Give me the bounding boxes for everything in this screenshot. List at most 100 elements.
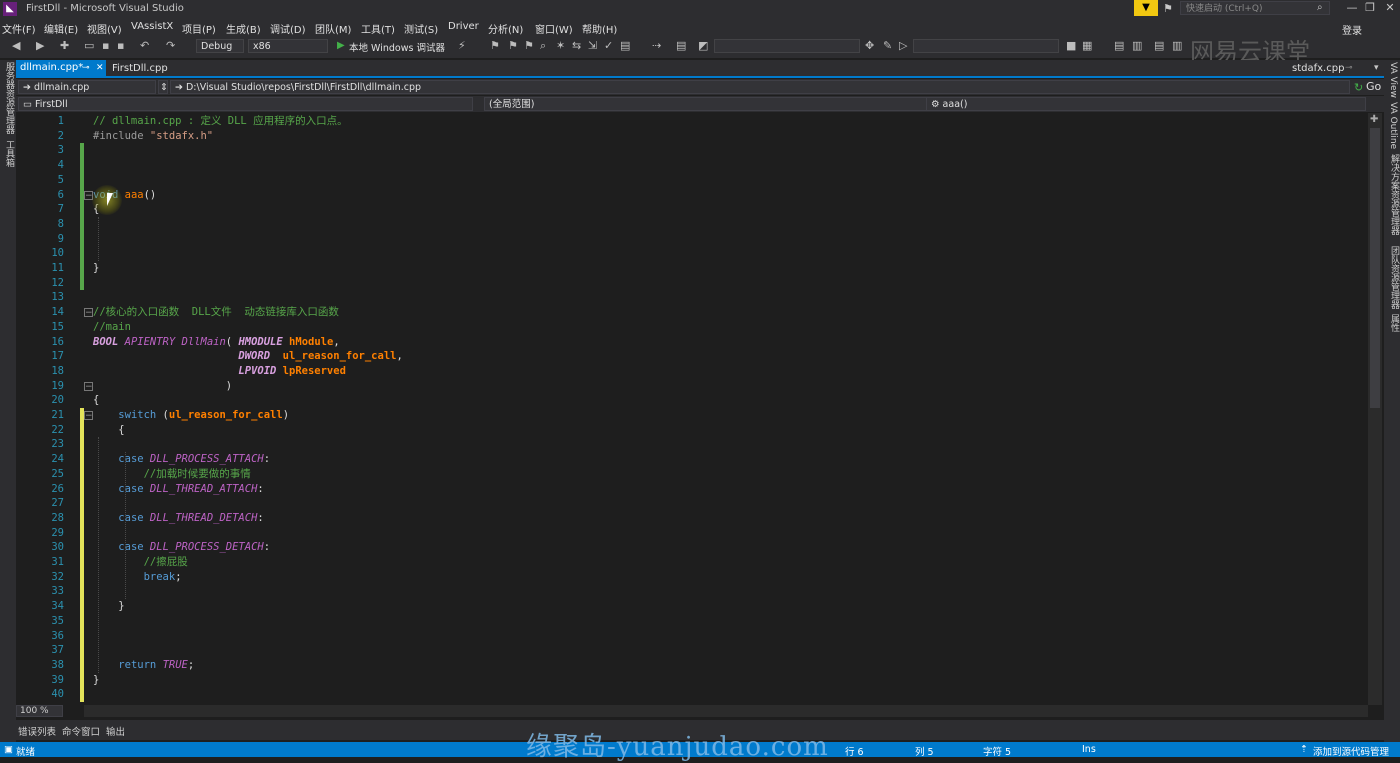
code-line[interactable]: //核心的入口函数 DLL文件 动态链接库入口函数: [93, 305, 339, 320]
code-line[interactable]: // dllmain.cpp : 定义 DLL 应用程序的入口点。: [93, 114, 348, 129]
menu-vassistx[interactable]: VAssistX: [131, 21, 173, 32]
menu-analyze[interactable]: 分析(N): [488, 21, 523, 36]
undo-icon[interactable]: ↶: [140, 39, 149, 52]
va-outline-tab[interactable]: VA Outline: [1388, 102, 1398, 149]
path-select[interactable]: ➔ D:\Visual Studio\repos\FirstDll\FirstD…: [170, 80, 1350, 94]
code-line[interactable]: return TRUE;: [93, 658, 194, 673]
menu-tools[interactable]: 工具(T): [361, 21, 395, 36]
redo-icon[interactable]: ↷: [166, 39, 175, 52]
toolbox-tab[interactable]: 工具箱: [3, 140, 16, 167]
member-select[interactable]: ⚙ aaa(): [926, 97, 1366, 111]
open-file-icon[interactable]: ▭: [84, 39, 94, 52]
menu-file[interactable]: 文件(F): [2, 21, 36, 36]
collapse-icon[interactable]: −: [84, 381, 93, 391]
comment-icon[interactable]: ▤: [676, 39, 686, 52]
save-all-icon[interactable]: ▪: [117, 39, 124, 52]
close-icon[interactable]: ✕: [1382, 1, 1398, 14]
solution-combo[interactable]: [913, 39, 1059, 53]
tab-stdafx-cpp[interactable]: stdafx.cpp: [1292, 63, 1344, 74]
navigate-back-icon[interactable]: ◀: [12, 39, 20, 52]
horizontal-scrollbar[interactable]: [84, 705, 1368, 717]
project-select[interactable]: ▭ FirstDll: [18, 97, 473, 111]
code-line[interactable]: ): [93, 379, 232, 394]
sign-in-link[interactable]: 登录: [1342, 22, 1362, 37]
bookmark-prev-icon[interactable]: ⚑: [508, 39, 518, 52]
source-control-arrow-icon[interactable]: ⇡: [1300, 744, 1308, 755]
menu-view[interactable]: 视图(V): [87, 21, 122, 36]
va-icon[interactable]: ✶: [556, 39, 565, 52]
tab-output[interactable]: 输出: [106, 724, 125, 738]
va-spell-icon[interactable]: ✓: [604, 39, 613, 52]
menu-test[interactable]: 测试(S): [404, 21, 438, 36]
notifications-flag-icon[interactable]: ▼: [1134, 0, 1158, 16]
pointer-icon[interactable]: ✥: [865, 39, 874, 52]
code-line[interactable]: case DLL_PROCESS_DETACH:: [93, 540, 270, 555]
stop-icon[interactable]: ■: [1066, 39, 1076, 52]
code-line[interactable]: {: [93, 423, 124, 438]
start-debugging-button[interactable]: 本地 Windows 调试器: [349, 40, 445, 54]
menu-edit[interactable]: 编辑(E): [44, 21, 78, 36]
code-line[interactable]: }: [93, 673, 99, 688]
collapse-icon[interactable]: −: [84, 411, 93, 421]
code-line[interactable]: DWORD ul_reason_for_call,: [93, 349, 402, 364]
code-line[interactable]: }: [93, 261, 99, 276]
navigate-forward-icon[interactable]: ▶: [36, 39, 44, 52]
collapse-icon[interactable]: −: [84, 308, 93, 318]
code-line[interactable]: switch (ul_reason_for_call): [93, 408, 289, 423]
tab-command-window[interactable]: 命令窗口: [62, 724, 100, 738]
add-to-source-control[interactable]: 添加到源代码管理: [1313, 744, 1389, 758]
va-view-tab[interactable]: VA View: [1388, 62, 1398, 98]
attach-icon[interactable]: ⚡: [458, 39, 466, 52]
menu-debug[interactable]: 调试(D): [270, 21, 306, 36]
format-icon[interactable]: ▤: [1114, 39, 1124, 52]
properties-tab[interactable]: 属性: [1388, 314, 1400, 332]
va-goto-icon[interactable]: ⇢: [652, 39, 661, 52]
pencil-icon[interactable]: ✎: [883, 39, 892, 52]
code-line[interactable]: BOOL APIENTRY DllMain( HMODULE hModule,: [93, 335, 340, 350]
find-combo[interactable]: [714, 39, 860, 53]
tab-dllmain-cpp[interactable]: dllmain.cpp* ⊸ ✕: [16, 60, 106, 76]
restore-icon[interactable]: ❐: [1362, 1, 1378, 14]
minimize-icon[interactable]: —: [1344, 1, 1360, 14]
uncomment-icon[interactable]: ◩: [698, 39, 708, 52]
code-line[interactable]: #include "stdafx.h": [93, 129, 213, 144]
indent-icon[interactable]: ▥: [1132, 39, 1142, 52]
platform-select[interactable]: x86: [248, 39, 328, 53]
code-line[interactable]: //加载时候要做的事情: [93, 467, 251, 482]
save-icon[interactable]: ▪: [102, 39, 109, 52]
preview-pin-icon[interactable]: ⊸: [1345, 63, 1353, 73]
go-icon[interactable]: ↻: [1354, 81, 1363, 94]
file-select[interactable]: ➔ dllmain.cpp: [18, 80, 156, 94]
start-debugging-icon[interactable]: ▶: [337, 40, 345, 51]
toolbar-more-icon[interactable]: ▥: [1172, 39, 1182, 52]
bookmark-next-icon[interactable]: ⚑: [524, 39, 534, 52]
code-editor[interactable]: 1 // dllmain.cpp : 定义 DLL 应用程序的入口点。 2 #incl…: [16, 113, 1368, 705]
team-explorer-tab[interactable]: 团队资源管理器: [1388, 246, 1400, 309]
server-explorer-tab[interactable]: 服务器资源管理器: [3, 62, 16, 134]
scope-select[interactable]: (全局范围): [484, 97, 927, 111]
configuration-select[interactable]: Debug: [196, 39, 244, 53]
menu-team[interactable]: 团队(M): [315, 21, 351, 36]
code-line[interactable]: case DLL_PROCESS_ATTACH:: [93, 452, 270, 467]
va-open-icon[interactable]: ⇲: [588, 39, 597, 52]
code-line[interactable]: LPVOID lpReserved: [93, 364, 345, 379]
bookmark-icon[interactable]: ⚑: [490, 39, 500, 52]
menu-build[interactable]: 生成(B): [226, 21, 261, 36]
file-spin-icon[interactable]: ⇕: [158, 80, 168, 94]
menu-help[interactable]: 帮助(H): [582, 21, 617, 36]
tab-firstdll-cpp[interactable]: FirstDll.cpp: [112, 63, 168, 74]
tab-overflow-icon[interactable]: ▾: [1374, 63, 1379, 73]
menu-driver[interactable]: Driver: [448, 21, 479, 32]
va-outline-icon[interactable]: ▤: [620, 39, 630, 52]
find-icon[interactable]: ⌕: [540, 39, 546, 53]
pin-icon[interactable]: ⊸: [82, 60, 90, 76]
code-line[interactable]: //擦屁股: [93, 555, 188, 570]
code-line[interactable]: case DLL_THREAD_ATTACH:: [93, 482, 263, 497]
play-icon[interactable]: ▷: [899, 39, 907, 52]
new-project-icon[interactable]: ✚: [60, 39, 69, 52]
menu-project[interactable]: 项目(P): [182, 21, 216, 36]
code-line[interactable]: case DLL_THREAD_DETACH:: [93, 511, 263, 526]
zoom-select[interactable]: 100 %: [16, 705, 63, 717]
tab-error-list[interactable]: 错误列表: [18, 724, 56, 738]
code-line[interactable]: break;: [93, 570, 182, 585]
